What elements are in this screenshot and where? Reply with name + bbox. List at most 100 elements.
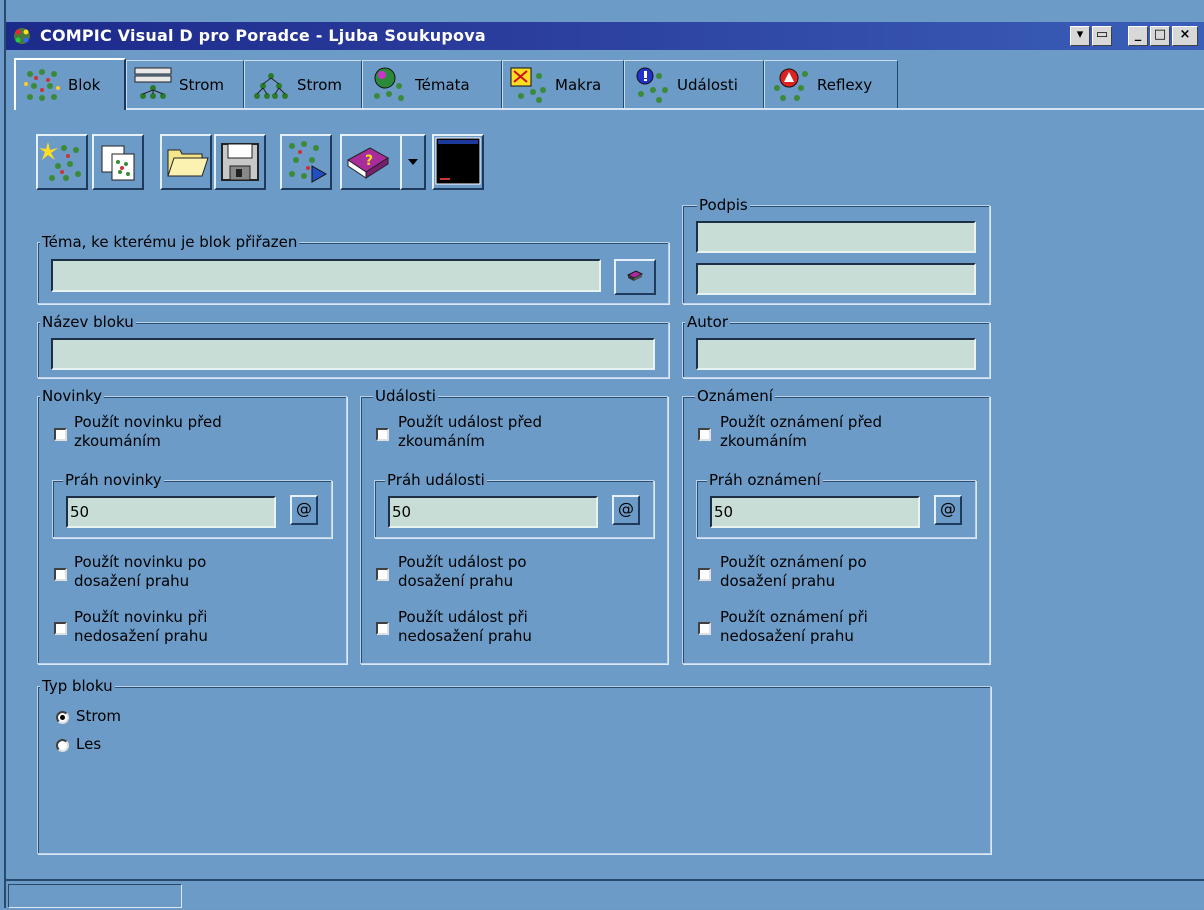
tab-temata-label: Témata [415,75,470,94]
signature-line1-input[interactable] [696,221,976,253]
events-use-reached-label-2: dosažení prahu [398,572,514,590]
announcements-threshold-legend: Práh oznámení [707,470,823,490]
dropdown-arrow-icon [408,159,418,165]
tab-temata[interactable]: Témata [362,60,502,108]
copy-block-icon [101,145,135,181]
open-button[interactable] [160,134,212,190]
status-pane [8,884,182,908]
events-use-not-reached-label-2: nedosažení prahu [398,627,532,645]
macros-icon [510,67,546,103]
topics-globe-icon [374,67,404,101]
new-block-button[interactable] [36,134,88,190]
events-use-not-reached-checkbox[interactable] [376,622,389,635]
news-use-before-label-2: zkoumáním [74,432,161,450]
news-threshold-legend: Práh novinky [63,470,164,490]
copy-block-button[interactable] [92,134,144,190]
tab-panel-border [14,108,1204,110]
status-bar [6,879,1204,910]
news-use-reached-label-2: dosažení prahu [74,572,190,590]
topic-select-button[interactable] [614,259,656,295]
maximize-button[interactable]: □ [1150,26,1170,46]
events-use-not-reached-label-1: Použít událost při [398,608,528,626]
events-icon [636,67,668,103]
reflexes-icon [774,68,808,101]
news-use-before-label-1: Použít novinku před [74,413,222,431]
block-name-input[interactable] [51,338,655,370]
news-use-not-reached-checkbox[interactable] [54,622,67,635]
block-type-strom-radio[interactable] [56,711,69,724]
signature-legend: Podpis [697,195,750,215]
tab-reflexy-label: Reflexy [817,75,873,94]
announcements-use-reached-label-1: Použít oznámení po [720,553,867,571]
events-use-before-checkbox[interactable] [376,428,389,441]
window-left-border [0,0,6,908]
tab-makra[interactable]: Makra [502,60,624,108]
announcements-use-not-reached-checkbox[interactable] [698,622,711,635]
announcements-use-not-reached-label-2: nedosažení prahu [720,627,854,645]
tab-udalosti-label: Události [677,75,738,94]
system-menu-button[interactable]: ▾ [1070,26,1090,46]
title-bar[interactable]: COMPIC Visual D pro Poradce - Ljuba Souk… [6,22,1204,50]
tab-blok[interactable]: Blok [14,58,126,110]
help-book-icon: ? [347,147,389,179]
events-legend: Události [373,386,438,406]
announcements-legend: Oznámení [695,386,775,406]
block-type-legend: Typ bloku [40,676,115,696]
tab-strom2-label: Strom [297,75,343,94]
tab-strom-tree[interactable]: Strom [244,60,362,108]
tree-icon [254,72,288,99]
help-button[interactable]: ? [340,134,406,190]
console-window-icon [435,137,481,185]
events-use-reached-checkbox[interactable] [376,568,389,581]
block-type-group: Typ bloku [37,676,991,854]
events-threshold-at-button[interactable]: @ [612,495,640,525]
app-icon[interactable] [12,26,32,46]
news-use-reached-checkbox[interactable] [54,568,67,581]
help-dropdown-button[interactable] [400,134,426,190]
tree-table-icon [134,67,172,99]
topic-input[interactable] [51,259,601,292]
block-type-les-radio[interactable] [56,739,69,752]
tab-strom-label: Strom [179,75,225,94]
announcements-use-not-reached-label-1: Použít oznámení při [720,608,868,626]
block-name-legend: Název bloku [40,312,136,332]
new-block-icon [39,142,81,181]
announcements-use-before-checkbox[interactable] [698,428,711,441]
svg-text:?: ? [365,153,373,169]
signature-line2-input[interactable] [696,263,976,295]
tab-strom-table[interactable]: Strom [126,60,244,108]
save-disk-icon [221,143,259,181]
radio-selected-dot [60,715,65,720]
minimize-button[interactable]: _ [1128,26,1148,46]
tab-reflexy[interactable]: Reflexy [764,60,898,108]
block-type-strom-label: Strom [76,707,122,725]
news-use-not-reached-label-2: nedosažení prahu [74,627,208,645]
close-button[interactable]: × [1172,26,1198,46]
tab-udalosti[interactable]: Události [624,60,764,108]
news-use-before-checkbox[interactable] [54,428,67,441]
announcements-threshold-input[interactable]: 50 [710,496,920,528]
restore-child-button[interactable]: ▭ [1092,26,1112,46]
tab-makra-label: Makra [555,75,602,94]
events-threshold-legend: Práh události [385,470,487,490]
author-legend: Autor [685,312,730,332]
announcements-use-reached-label-2: dosažení prahu [720,572,836,590]
announcements-use-before-label-2: zkoumáním [720,432,807,450]
news-threshold-input[interactable]: 50 [66,496,276,528]
events-use-before-label-1: Použít událost před [398,413,543,431]
blok-tab-icon [24,69,60,101]
window-title: COMPIC Visual D pro Poradce - Ljuba Souk… [40,26,486,45]
run-block-button[interactable] [280,134,332,190]
topic-legend: Téma, ke kterému je blok přiřazen [40,232,300,252]
open-folder-icon [167,149,209,177]
author-input[interactable] [696,338,976,370]
events-use-reached-label-1: Použít událost po [398,553,527,571]
console-button[interactable] [432,134,484,190]
events-use-before-label-2: zkoumáním [398,432,485,450]
announcements-use-before-label-1: Použít oznámení před [720,413,883,431]
news-threshold-at-button[interactable]: @ [290,495,318,525]
announcements-use-reached-checkbox[interactable] [698,568,711,581]
announcements-threshold-at-button[interactable]: @ [934,495,962,525]
events-threshold-input[interactable]: 50 [388,496,598,528]
save-button[interactable] [214,134,266,190]
